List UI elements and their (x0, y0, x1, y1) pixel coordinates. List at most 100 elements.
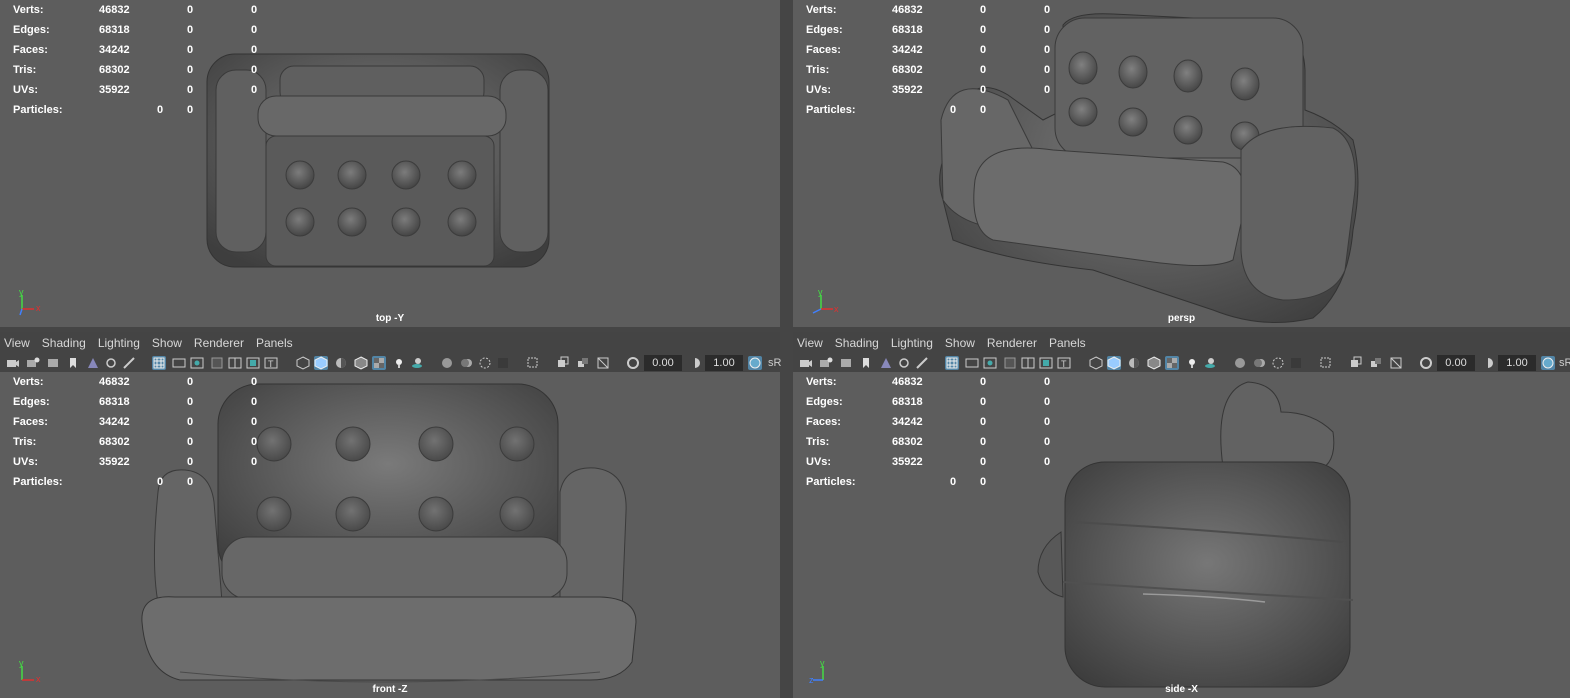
stat-value: 0 (980, 44, 987, 56)
default-material-icon[interactable] (1127, 356, 1141, 370)
wireframe-icon[interactable] (1089, 356, 1103, 370)
gate-mask-icon[interactable] (1003, 356, 1017, 370)
viewport-side[interactable]: Verts: 46832 0 0 Edges: 68318 0 0 Faces: 34242 0… (793, 372, 1570, 698)
axis-y-label: y (19, 289, 24, 297)
menu-panels[interactable]: Panels (256, 332, 293, 354)
color-space-label[interactable]: sR (768, 356, 781, 370)
grease-pencil-icon[interactable] (122, 356, 136, 370)
gamma-field[interactable]: 1.00 (705, 355, 743, 371)
resolution-gate-icon[interactable] (983, 356, 997, 370)
depth-of-field-icon[interactable] (1289, 356, 1303, 370)
screen-space-ao-icon[interactable] (1233, 356, 1247, 370)
shadows-icon[interactable] (1203, 356, 1217, 370)
gate-mask-icon[interactable] (210, 356, 224, 370)
motion-blur-icon[interactable] (1253, 356, 1267, 370)
gamma-icon[interactable] (1481, 356, 1495, 370)
gamma-field[interactable]: 1.00 (1498, 355, 1536, 371)
menu-shading[interactable]: Shading (42, 332, 86, 354)
resolution-gate-icon[interactable] (190, 356, 204, 370)
field-chart-icon[interactable] (228, 356, 242, 370)
shadows-icon[interactable] (410, 356, 424, 370)
stat-value: 0 (187, 4, 194, 16)
lights-icon[interactable] (392, 356, 406, 370)
bookmark-icon[interactable] (839, 356, 853, 370)
image-plane-icon[interactable] (879, 356, 893, 370)
exposure-field[interactable]: 0.00 (1437, 355, 1475, 371)
menu-show[interactable]: Show (152, 332, 182, 354)
smooth-shade-icon[interactable] (1107, 356, 1121, 370)
axis-y-label: y (820, 660, 825, 668)
panel-menubar-side: View Shading Lighting Show Renderer Panels (793, 332, 1570, 354)
wireframe-icon[interactable] (296, 356, 310, 370)
wireframe-on-shaded-icon[interactable] (1147, 356, 1161, 370)
anti-aliasing-icon[interactable] (1271, 356, 1285, 370)
viewport-persp[interactable]: Verts: 46832 0 0 Edges: 68318 0 0 Faces: 34242 0… (793, 0, 1570, 327)
two-sided-lighting-icon[interactable] (596, 356, 610, 370)
exposure-field[interactable]: 0.00 (644, 355, 682, 371)
frame-selection-icon[interactable] (1369, 356, 1383, 370)
camera-attributes-icon[interactable] (26, 356, 40, 370)
color-management-icon[interactable] (1541, 356, 1555, 370)
menu-renderer[interactable]: Renderer (987, 332, 1037, 354)
pane-divider-vertical[interactable] (780, 0, 793, 698)
safe-action-icon[interactable] (1039, 356, 1053, 370)
exposure-icon[interactable] (626, 356, 640, 370)
exposure-icon[interactable] (1419, 356, 1433, 370)
stat-value: 0 (187, 64, 194, 76)
stat-value: 0 (1044, 4, 1051, 16)
menu-renderer[interactable]: Renderer (194, 332, 244, 354)
grid-icon[interactable] (945, 356, 959, 370)
grease-pencil-icon[interactable] (915, 356, 929, 370)
camera-select-icon[interactable] (6, 356, 20, 370)
depth-of-field-icon[interactable] (496, 356, 510, 370)
camera-select-icon[interactable] (799, 356, 813, 370)
two-sided-lighting-icon[interactable] (1389, 356, 1403, 370)
menu-lighting[interactable]: Lighting (98, 332, 140, 354)
camera-attributes-icon[interactable] (819, 356, 833, 370)
xray-icon[interactable] (372, 356, 386, 370)
field-chart-icon[interactable] (1021, 356, 1035, 370)
grid-icon[interactable] (152, 356, 166, 370)
isolate-select-icon[interactable] (1319, 356, 1333, 370)
menu-lighting[interactable]: Lighting (891, 332, 933, 354)
menu-view[interactable]: View (797, 332, 823, 354)
film-gate-icon[interactable] (965, 356, 979, 370)
stat-value: 0 (1044, 84, 1051, 96)
image-plane-icon[interactable] (86, 356, 100, 370)
stat-value: 0 (251, 24, 258, 36)
isolate-select-icon[interactable] (526, 356, 540, 370)
2d-pan-zoom-icon[interactable] (104, 356, 118, 370)
motion-blur-icon[interactable] (460, 356, 474, 370)
anti-aliasing-icon[interactable] (478, 356, 492, 370)
bookmark-flag-icon[interactable] (66, 356, 80, 370)
frame-selection-icon[interactable] (576, 356, 590, 370)
safe-title-icon[interactable]: T (264, 356, 278, 370)
viewport-top[interactable]: Verts: 46832 0 0 Edges: 68318 0 0 Faces: 34242 0… (0, 0, 780, 327)
menu-show[interactable]: Show (945, 332, 975, 354)
stat-value: 0 (157, 104, 164, 116)
color-management-icon[interactable] (748, 356, 762, 370)
xray-icon[interactable] (1165, 356, 1179, 370)
viewport-front[interactable]: Verts: 46832 0 0 Edges: 68318 0 0 Faces: 34242 0… (0, 372, 780, 698)
default-material-icon[interactable] (334, 356, 348, 370)
color-space-label[interactable]: sR (1559, 356, 1570, 370)
screen-space-ao-icon[interactable] (440, 356, 454, 370)
wireframe-on-shaded-icon[interactable] (354, 356, 368, 370)
stat-value: 0 (1044, 416, 1051, 428)
film-gate-icon[interactable] (172, 356, 186, 370)
menu-panels[interactable]: Panels (1049, 332, 1086, 354)
bookmark-flag-icon[interactable] (859, 356, 873, 370)
stat-label: Faces: (13, 44, 48, 56)
safe-title-icon[interactable]: T (1057, 356, 1071, 370)
bookmark-icon[interactable] (46, 356, 60, 370)
gamma-icon[interactable] (688, 356, 702, 370)
smooth-shade-icon[interactable] (314, 356, 328, 370)
2d-pan-zoom-icon[interactable] (897, 356, 911, 370)
lights-icon[interactable] (1185, 356, 1199, 370)
safe-action-icon[interactable] (246, 356, 260, 370)
menu-shading[interactable]: Shading (835, 332, 879, 354)
stat-label: Particles: (806, 476, 856, 488)
frame-all-icon[interactable] (1349, 356, 1363, 370)
menu-view[interactable]: View (4, 332, 30, 354)
frame-all-icon[interactable] (556, 356, 570, 370)
